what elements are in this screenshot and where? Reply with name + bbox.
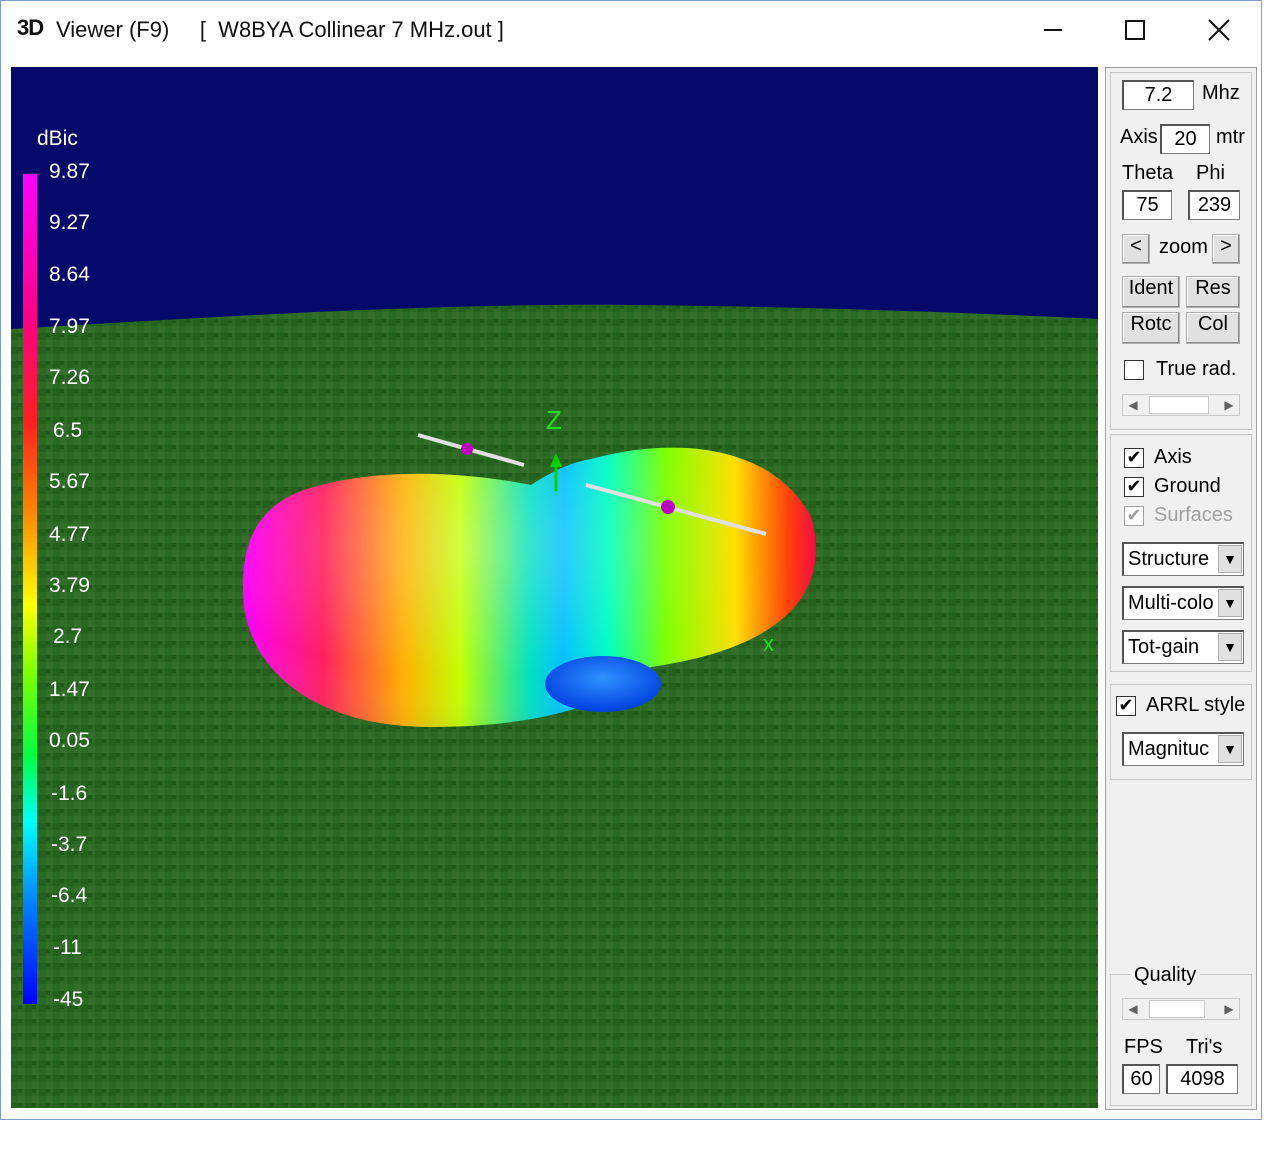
axis-unit: mtr (1216, 126, 1245, 148)
color-scale-bar (23, 174, 37, 1004)
magnitude-select-value: Magnituc (1128, 738, 1210, 760)
slider-left-arrow-icon[interactable]: ◀ (1123, 395, 1143, 415)
frequency-unit: Mhz (1202, 82, 1240, 104)
zoom-out-button[interactable]: < (1122, 234, 1150, 264)
chevron-down-icon[interactable]: ▼ (1218, 735, 1242, 763)
quality-label: Quality (1130, 964, 1201, 987)
3d-viewport[interactable]: Z x dBic 9.87 9.27 8.64 7.97 7.26 6.5 5.67 4.77… (11, 67, 1098, 1108)
legend-value: 3.79 (49, 574, 90, 597)
title-bar[interactable]: 3D Viewer (F9) [ W8BYA Collinear 7 MHz.o… (1, 1, 1261, 59)
col-button[interactable]: Col (1186, 312, 1240, 344)
true-rad-slider[interactable]: ◀ ▶ (1122, 394, 1240, 416)
legend-value: -45 (53, 988, 84, 1011)
color-mode-select-value: Multi-colo (1128, 592, 1214, 614)
phi-field[interactable]: 239 (1188, 190, 1240, 220)
legend-value: 7.26 (49, 366, 90, 389)
legend-value: 0.05 (49, 729, 90, 752)
chevron-down-icon[interactable]: ▼ (1218, 589, 1242, 617)
magnitude-select[interactable]: Magnituc ▼ (1122, 732, 1244, 766)
zoom-in-button[interactable]: > (1212, 234, 1240, 264)
window-title: Viewer (F9) [ W8BYA Collinear 7 MHz.out … (56, 17, 504, 42)
chevron-down-icon[interactable]: ▼ (1218, 633, 1242, 661)
quality-slider[interactable]: ◀ ▶ (1122, 998, 1240, 1020)
axis-checkbox[interactable]: ✔ (1124, 448, 1144, 468)
legend-value: 7.97 (49, 315, 90, 338)
maximize-button[interactable] (1105, 11, 1165, 49)
legend-value: -11 (53, 936, 82, 959)
tris-label: Tri's (1186, 1036, 1223, 1058)
theta-field[interactable]: 75 (1122, 190, 1172, 220)
axis-length-field[interactable]: 20 (1160, 124, 1210, 154)
viewer-window: 3D Viewer (F9) [ W8BYA Collinear 7 MHz.o… (0, 0, 1262, 1120)
feed-point-left (461, 443, 473, 455)
minimize-icon (1044, 29, 1062, 31)
z-axis-label: Z (546, 405, 562, 435)
app-icon: 3D (17, 15, 44, 40)
surfaces-checkbox: ✔ (1124, 506, 1144, 526)
frequency-field[interactable]: 7.2 (1122, 80, 1194, 110)
legend-value: -1.6 (51, 782, 88, 805)
3d-scene: Z x (11, 67, 1098, 1108)
slider-right-arrow-icon[interactable]: ▶ (1219, 999, 1239, 1019)
axis-label: Axis (1120, 126, 1158, 148)
ground-checkbox[interactable]: ✔ (1124, 477, 1144, 497)
zoom-label: zoom (1159, 236, 1208, 258)
legend-value: -3.7 (51, 833, 88, 856)
phi-label: Phi (1196, 162, 1225, 184)
legend-value: 5.67 (49, 470, 90, 493)
structure-select[interactable]: Structure ▼ (1122, 542, 1244, 576)
minimize-button[interactable] (1023, 11, 1083, 49)
close-icon (1208, 19, 1230, 41)
control-panel: 7.2 Mhz Axis 20 mtr Theta Phi 75 239 < z… (1105, 67, 1257, 1110)
back-lobe (545, 656, 661, 712)
maximize-icon (1125, 20, 1145, 40)
legend-value: 2.7 (53, 625, 83, 648)
legend-value: 9.87 (49, 160, 90, 183)
ground-checkbox-label: Ground (1154, 475, 1221, 497)
fps-value: 60 (1122, 1064, 1160, 1094)
close-button[interactable] (1189, 11, 1249, 49)
surfaces-checkbox-label: Surfaces (1154, 504, 1233, 526)
true-rad-checkbox[interactable] (1124, 360, 1144, 380)
gain-select[interactable]: Tot-gain ▼ (1122, 630, 1244, 664)
legend-unit: dBic (37, 127, 78, 150)
legend-value: 9.27 (49, 211, 90, 234)
ident-button[interactable]: Ident (1122, 276, 1180, 308)
x-axis-label: x (763, 631, 774, 656)
legend-value: -6.4 (51, 884, 88, 907)
chevron-down-icon[interactable]: ▼ (1218, 545, 1242, 573)
quality-slider-thumb[interactable] (1149, 1000, 1205, 1018)
res-button[interactable]: Res (1186, 276, 1240, 308)
legend-value: 6.5 (53, 419, 83, 442)
color-mode-select[interactable]: Multi-colo ▼ (1122, 586, 1244, 620)
theta-label: Theta (1122, 162, 1174, 184)
rotc-button[interactable]: Rotc (1122, 312, 1180, 344)
arrl-style-label: ARRL style (1146, 694, 1246, 716)
feed-point-right (661, 500, 675, 514)
legend-value: 1.47 (49, 678, 90, 701)
slider-left-arrow-icon[interactable]: ◀ (1123, 999, 1143, 1019)
true-rad-label: True rad. (1156, 358, 1237, 380)
tris-value: 4098 (1166, 1064, 1238, 1094)
gain-select-value: Tot-gain (1128, 636, 1200, 658)
axis-checkbox-label: Axis (1154, 446, 1192, 468)
legend-value: 4.77 (49, 523, 90, 546)
structure-select-value: Structure (1128, 548, 1210, 570)
legend-value: 8.64 (49, 263, 90, 286)
fps-label: FPS (1124, 1036, 1163, 1058)
slider-right-arrow-icon[interactable]: ▶ (1219, 395, 1239, 415)
arrl-style-checkbox[interactable]: ✔ (1116, 696, 1136, 716)
slider-thumb[interactable] (1149, 396, 1209, 414)
